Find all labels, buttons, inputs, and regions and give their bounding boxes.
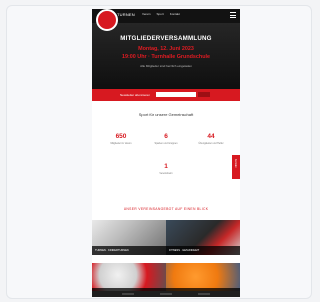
mobile-page[interactable]: TURNEN Verein Sport Kontakt MITGLIEDERVE… [92,9,240,297]
newsletter-band: Newsletter abonnieren [92,89,240,101]
stat-departments: 6 Sparten und Gruppen [143,133,189,145]
section-heading: UNSER VEREINSANGEBOT AUF EINEN BLICK [123,207,209,211]
hero-title: MITGLIEDERVERSAMMLUNG [120,35,212,42]
stat-label: Übungsleiter und Helfer [198,142,224,145]
hero-subtitle: Alle Mitglieder sind herzlich eingeladen [140,64,192,68]
nav-item-1[interactable]: Verein [142,12,151,16]
stat-label: Sparten und Gruppen [154,142,178,145]
top-navigation: TURNEN Verein Sport Kontakt [92,9,240,31]
bottom-bar-item[interactable] [198,293,210,295]
stat-label: Mitglieder im Verein [110,142,132,145]
stat-value: 44 [207,133,215,140]
nav-item-3[interactable]: Kontakt [170,12,180,16]
stat-value: 650 [115,133,127,140]
side-tab-label: Kontakt [234,159,237,168]
tile-caption-bar: TURNEN · KINDERTURNEN [92,246,166,255]
offer-tile[interactable]: TURNEN · KINDERTURNEN [92,220,166,255]
bottom-bar-item[interactable] [122,293,134,295]
stat-label: Vereinsheim [159,172,173,175]
nav-links: Verein Sport Kontakt [142,12,180,16]
newsletter-button[interactable] [198,92,210,97]
hamburger-menu-icon[interactable] [230,12,236,18]
hero-banner: TURNEN Verein Sport Kontakt MITGLIEDERVE… [92,9,240,89]
stat-members: 650 Mitglieder im Verein [98,133,144,145]
stat-clubhouse: 1 Vereinsheim [143,163,189,175]
newsletter-label: Newsletter abonnieren [120,93,151,97]
offer-tile[interactable]: FITNESS · GESUNDHEIT [166,220,240,255]
stat-value: 1 [164,163,168,170]
stat-trainers: 44 Übungsleiter und Helfer [188,133,234,145]
bottom-bar [92,291,240,297]
tile-caption: FITNESS · GESUNDHEIT [169,249,200,252]
tile-caption-bar: FITNESS · GESUNDHEIT [166,246,240,255]
bottom-bar-item[interactable] [160,293,172,295]
club-logo[interactable] [96,9,118,31]
brand-text: TURNEN [117,12,135,17]
contact-side-tab[interactable]: Kontakt [232,155,240,179]
tile-caption: TURNEN · KINDERTURNEN [95,249,129,252]
newsletter-input[interactable] [156,92,196,97]
hero-date: Montag, 12. Juni 2023 [138,46,194,52]
nav-item-2[interactable]: Sport [157,12,164,16]
stats-title: Sport für unsere Gemeinschaft [138,112,194,117]
hero-time: 19:00 Uhr · Turnhalle Grundschule [122,54,210,60]
stat-value: 6 [164,133,168,140]
